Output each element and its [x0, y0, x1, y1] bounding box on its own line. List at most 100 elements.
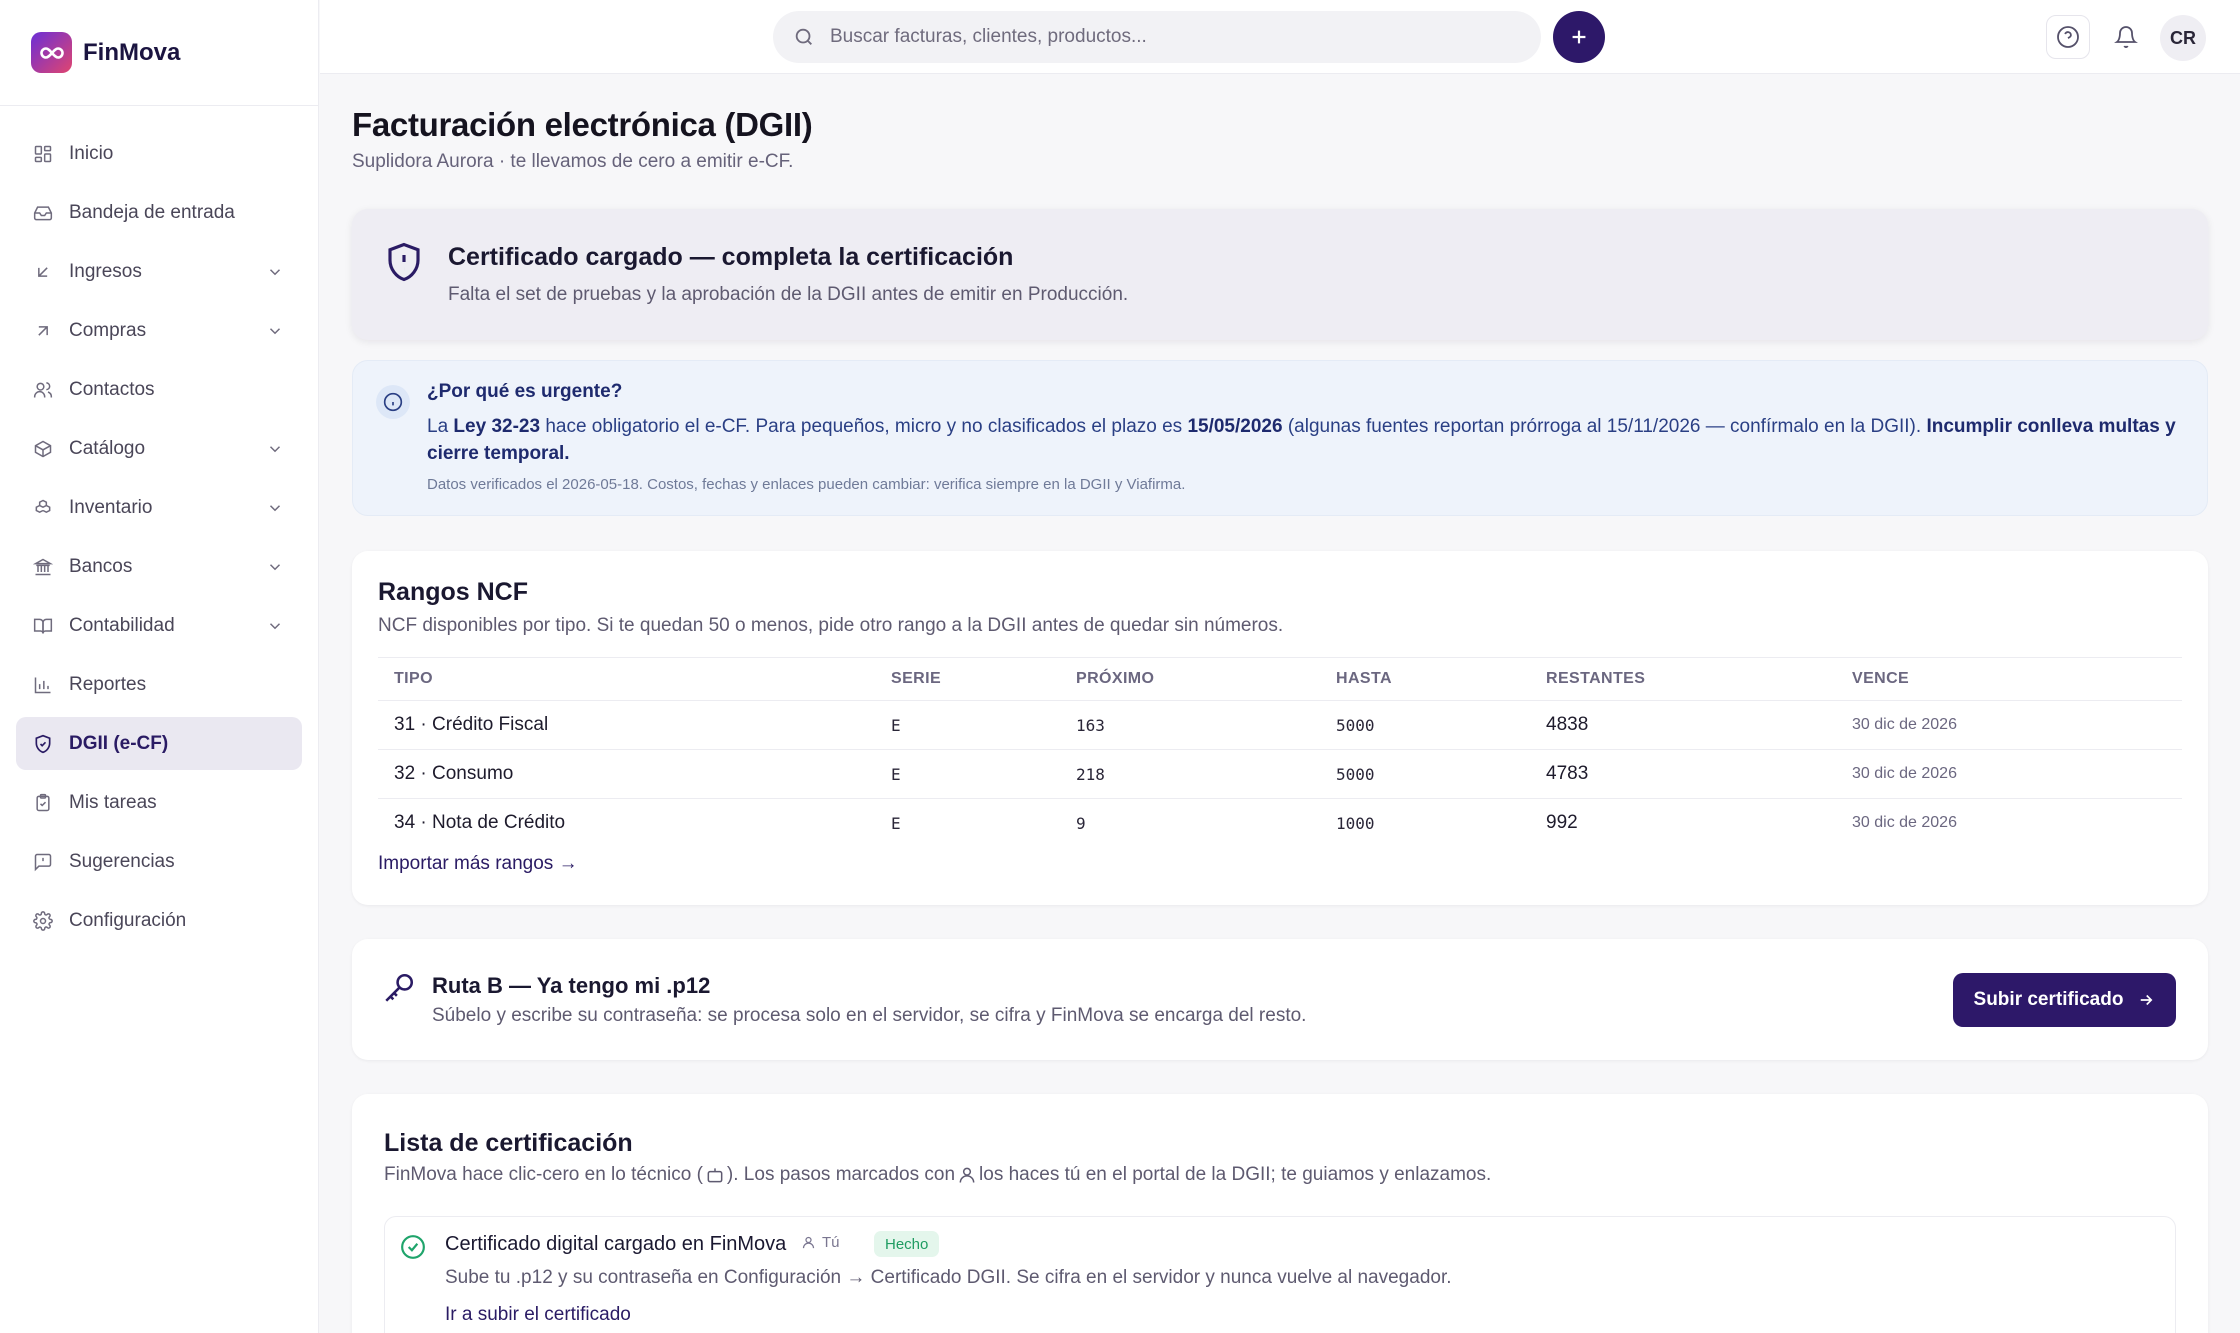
sidebar-item-label: Bandeja de entrada [69, 201, 235, 223]
finmova-logo-icon [31, 32, 72, 73]
sidebar-item-label: Compras [69, 319, 147, 341]
chevron-down-icon[interactable] [264, 438, 286, 460]
add-button[interactable] [1553, 11, 1605, 63]
cell-serie: E [891, 813, 901, 833]
column-header: VENCE [1836, 657, 2182, 701]
avatar[interactable]: CR [2160, 15, 2206, 61]
sidebar-item-label: Mis tareas [69, 791, 157, 813]
step-title: Certificado digital cargado en FinMova [445, 1233, 787, 1255]
cell-restantes: 4838 [1530, 700, 1836, 750]
column-header: TIPO [378, 657, 875, 701]
sidebar-item-sugerencias[interactable]: Sugerencias [16, 835, 302, 888]
sidebar-item-configuracion[interactable]: Configuración [16, 894, 302, 947]
checklist-subtitle-part: los haces tú en el portal de la DGII; te… [979, 1164, 1492, 1185]
column-header: SERIE [875, 657, 1060, 701]
sidebar-item-tareas[interactable]: Mis tareas [16, 776, 302, 829]
sidebar-item-ingresos[interactable]: Ingresos [16, 245, 302, 298]
check-circle-icon [401, 1235, 425, 1259]
upload-certificate-button[interactable]: Subir certificado [1953, 973, 2176, 1027]
sidebar-item-inventario[interactable]: Inventario [16, 481, 302, 534]
help-button[interactable] [2046, 15, 2090, 59]
message-icon [32, 851, 54, 873]
bank-icon [32, 556, 54, 578]
sidebar-item-dgii[interactable]: DGII (e-CF) [16, 717, 302, 770]
sidebar-item-bandeja[interactable]: Bandeja de entrada [16, 186, 302, 239]
shield-alert-icon [388, 242, 420, 282]
sidebar-item-label: Contabilidad [69, 614, 175, 636]
cell-hasta: 5000 [1320, 749, 1530, 799]
cell-vence: 30 dic de 2026 [1836, 700, 2182, 750]
sidebar-item-contactos[interactable]: Contactos [16, 363, 302, 416]
sidebar-item-reportes[interactable]: Reportes [16, 658, 302, 711]
cell-restantes: 992 [1546, 812, 1578, 834]
book-icon [32, 615, 54, 637]
key-icon [385, 973, 414, 1002]
info-text: La Ley 32-23 hace obligatorio el e-CF. P… [427, 413, 2177, 467]
chevron-down-icon[interactable] [264, 497, 286, 519]
route-b-text: Súbelo y escribe su contraseña: se proce… [432, 1005, 1307, 1026]
chevron-down-icon[interactable] [264, 261, 286, 283]
arrow-down-left-icon [32, 261, 54, 283]
chevron-down-icon[interactable] [264, 615, 286, 637]
cell-serie: E [875, 700, 1060, 750]
bell-icon [2114, 26, 2138, 48]
column-header: RESTANTES [1530, 657, 1836, 701]
checklist-title: Lista de certificación [384, 1129, 633, 1157]
page-subtitle: Suplidora Aurora · te llevamos de cero a… [352, 151, 794, 172]
sidebar-item-compras[interactable]: Compras [16, 304, 302, 357]
deadline-date: 15/05/2026 [1187, 416, 1283, 437]
ncf-title: Rangos NCF [378, 578, 528, 606]
status-badge: Hecho [874, 1231, 940, 1257]
sidebar-item-label: Inicio [69, 142, 114, 164]
search-input[interactable]: Buscar facturas, clientes, productos... [773, 11, 1541, 63]
import-ranges-link[interactable]: Importar más rangos → [378, 853, 578, 875]
grid-icon [32, 143, 54, 165]
arrow-right-icon [2141, 994, 2153, 1006]
brand[interactable]: FinMova [0, 0, 318, 106]
step-text: Sube tu .p12 y su contraseña en Configur… [445, 1267, 1452, 1288]
table-row: 34 · Nota de Crédito E 9 1000 992 30 dic… [378, 799, 2182, 848]
users-icon [32, 379, 54, 401]
info-note: Datos verificados el 2026-05-18. Costos,… [427, 476, 1186, 493]
cell-proximo: 218 [1060, 749, 1320, 799]
column-header: PRÓXIMO [1060, 657, 1320, 701]
sidebar-item-inicio[interactable]: Inicio [16, 127, 302, 180]
cell-proximo: 163 [1060, 700, 1320, 750]
route-b-card: Ruta B — Ya tengo mi .p12 Súbelo y escri… [352, 939, 2208, 1060]
sidebar-item-contabilidad[interactable]: Contabilidad [16, 599, 302, 652]
bar-chart-icon [32, 674, 54, 696]
checklist-subtitle-part: FinMova hace clic-cero en lo técnico ( [384, 1164, 703, 1185]
sidebar-item-catalogo[interactable]: Catálogo [16, 422, 302, 475]
certification-alert: Certificado cargado — completa la certif… [352, 209, 2208, 340]
sidebar-item-label: Bancos [69, 555, 133, 577]
chevron-down-icon[interactable] [264, 556, 286, 578]
upload-certificate-link[interactable]: Ir a subir el certificado [445, 1304, 631, 1326]
step-owner-label: Tú [822, 1234, 840, 1251]
sidebar-item-label: Reportes [69, 673, 147, 695]
user-icon [802, 1236, 815, 1249]
clipboard-icon [32, 792, 54, 814]
sidebar: FinMova Inicio Bandeja de entrada Ingres… [0, 0, 319, 1333]
alert-text: Falta el set de pruebas y la aprobación … [448, 284, 1129, 305]
checklist-step: Certificado digital cargado en FinMova T… [384, 1216, 2176, 1333]
sidebar-item-label: DGII (e-CF) [69, 732, 169, 754]
law-reference: Ley 32-23 [453, 416, 541, 437]
table-row: 31 · Crédito Fiscal E 163 5000 4838 30 d… [378, 700, 2182, 750]
sidebar-nav: Inicio Bandeja de entrada Ingresos Compr… [0, 106, 318, 947]
cell-hasta: 5000 [1320, 700, 1530, 750]
chevron-down-icon[interactable] [264, 320, 286, 342]
urgency-info: ¿Por qué es urgente? La Ley 32-23 hace o… [352, 360, 2208, 516]
arrow-up-right-icon [32, 320, 54, 342]
sidebar-item-label: Ingresos [69, 260, 142, 282]
boxes-icon [32, 497, 54, 519]
info-title: ¿Por qué es urgente? [427, 381, 623, 402]
cell-tipo: 32 · Consumo [378, 749, 875, 799]
shield-check-icon [32, 733, 54, 755]
ncf-subtitle: NCF disponibles por tipo. Si te quedan 5… [378, 615, 1284, 636]
notifications-button[interactable] [2104, 15, 2148, 59]
sidebar-item-bancos[interactable]: Bancos [16, 540, 302, 593]
route-b-title: Ruta B — Ya tengo mi .p12 [432, 973, 711, 998]
cell-serie: E [875, 749, 1060, 799]
upload-certificate-label: Subir certificado [1973, 989, 2124, 1010]
sidebar-item-label: Sugerencias [69, 850, 175, 872]
